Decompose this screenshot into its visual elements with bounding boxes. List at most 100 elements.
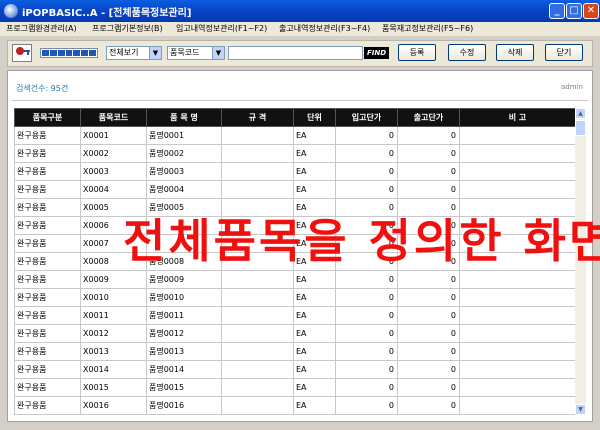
close-button[interactable]: 닫기 xyxy=(545,44,583,61)
table-cell: 완구용품 xyxy=(14,396,81,415)
table-row[interactable]: 완구용품 X0004 품명0004 EA 0 0 xyxy=(14,180,576,199)
column-header[interactable]: 단위 xyxy=(293,108,336,127)
column-header[interactable]: 비 고 xyxy=(459,108,576,127)
find-button[interactable]: FIND xyxy=(364,47,389,59)
table-row[interactable]: 완구용품 X0002 품명0002 EA 0 0 xyxy=(14,144,576,163)
window-title: iPOPBASIC..A - [전체품목정보관리] xyxy=(22,8,192,19)
table-row[interactable]: 완구용품 X0016 품명0016 EA 0 0 xyxy=(14,396,576,415)
column-header[interactable]: 입고단가 xyxy=(335,108,398,127)
table-cell xyxy=(221,162,294,181)
table-cell: X0004 xyxy=(80,180,147,199)
table-row[interactable]: 완구용품 X0012 품명0012 EA 0 0 xyxy=(14,324,576,343)
progress-segment xyxy=(49,50,57,56)
table-cell: X0014 xyxy=(80,360,147,379)
table-cell xyxy=(459,162,576,181)
table-cell xyxy=(459,288,576,307)
overlay-caption: 전체품목을 정의한 화면 xyxy=(123,214,600,268)
menu-item-inbound[interactable]: 입고내역정보관리(F1~F2) xyxy=(176,23,267,34)
table-cell xyxy=(221,324,294,343)
table-row[interactable]: 완구용품 X0009 품명0009 EA 0 0 xyxy=(14,270,576,289)
scroll-up-icon[interactable]: ▲ xyxy=(575,108,586,119)
table-cell: 0 xyxy=(397,270,460,289)
column-header[interactable]: 규 격 xyxy=(221,108,294,127)
table-cell: 완구용품 xyxy=(14,162,81,181)
table-cell: 품명0014 xyxy=(146,360,222,379)
table-cell: 0 xyxy=(335,144,398,163)
table-cell: 0 xyxy=(397,126,460,145)
scroll-down-icon[interactable]: ▼ xyxy=(575,404,586,415)
delete-button[interactable]: 삭제 xyxy=(496,44,534,61)
table-cell: EA xyxy=(293,342,336,361)
table-row[interactable]: 완구용품 X0015 품명0015 EA 0 0 xyxy=(14,378,576,397)
table-row[interactable]: 완구용품 X0014 품명0014 EA 0 0 xyxy=(14,360,576,379)
table-cell: 완구용품 xyxy=(14,288,81,307)
table-cell: 품명0012 xyxy=(146,324,222,343)
table-cell xyxy=(459,306,576,325)
table-cell: 완구용품 xyxy=(14,198,81,217)
table-cell: 0 xyxy=(335,324,398,343)
column-header[interactable]: 품목코드 xyxy=(80,108,147,127)
search-input[interactable] xyxy=(228,46,363,60)
table-cell: EA xyxy=(293,288,336,307)
table-cell: 0 xyxy=(397,396,460,415)
register-button[interactable]: 등록 xyxy=(398,44,436,61)
table-cell: X0001 xyxy=(80,126,147,145)
table-cell: 0 xyxy=(397,162,460,181)
table-cell xyxy=(221,306,294,325)
table-cell: 0 xyxy=(397,180,460,199)
table-row[interactable]: 완구용품 X0013 품명0013 EA 0 0 xyxy=(14,342,576,361)
table-cell: 0 xyxy=(397,288,460,307)
table-cell xyxy=(459,396,576,415)
table-cell: X0002 xyxy=(80,144,147,163)
table-row[interactable]: 완구용품 X0003 품명0003 EA 0 0 xyxy=(14,162,576,181)
progress-segment xyxy=(57,50,65,56)
table-cell xyxy=(459,324,576,343)
close-window-button[interactable]: ✕ xyxy=(583,3,599,19)
menu-item-stock[interactable]: 품목재고정보관리(F5~F6) xyxy=(382,23,473,34)
table-cell: EA xyxy=(293,378,336,397)
table-cell: EA xyxy=(293,396,336,415)
field-select-value: 품목코드 xyxy=(170,48,200,57)
table-cell: 0 xyxy=(335,306,398,325)
table-row[interactable]: 완구용품 X0011 품명0011 EA 0 0 xyxy=(14,306,576,325)
maximize-button[interactable]: □ xyxy=(566,3,582,19)
table-cell xyxy=(221,396,294,415)
table-row[interactable]: 완구용품 X0001 품명0001 EA 0 0 xyxy=(14,126,576,145)
table-cell: 완구용품 xyxy=(14,342,81,361)
table-cell: 완구용품 xyxy=(14,252,81,271)
menu-bar: 프로그램환경관리(A) 프로그램기본정보(B) 입고내역정보관리(F1~F2) … xyxy=(0,22,600,36)
table-row[interactable]: 완구용품 X0010 품명0010 EA 0 0 xyxy=(14,288,576,307)
table-cell: 품명0011 xyxy=(146,306,222,325)
table-cell: 품명0004 xyxy=(146,180,222,199)
table-cell: EA xyxy=(293,324,336,343)
column-header[interactable]: 출고단가 xyxy=(397,108,460,127)
table-cell: 0 xyxy=(335,180,398,199)
table-cell: 완구용품 xyxy=(14,360,81,379)
scroll-thumb[interactable] xyxy=(575,120,586,136)
table-cell: 0 xyxy=(335,360,398,379)
user-key-icon[interactable] xyxy=(12,44,32,62)
table-cell: X0013 xyxy=(80,342,147,361)
table-cell: 품명0015 xyxy=(146,378,222,397)
minimize-button[interactable]: _ xyxy=(549,3,565,19)
progress-bar xyxy=(40,48,98,58)
table-cell: EA xyxy=(293,162,336,181)
menu-item-program-env[interactable]: 프로그램환경관리(A) xyxy=(6,23,77,34)
table-cell xyxy=(221,126,294,145)
menu-item-outbound[interactable]: 출고내역정보관리(F3~F4) xyxy=(279,23,370,34)
progress-segment xyxy=(81,50,89,56)
table-cell: 완구용품 xyxy=(14,180,81,199)
table-cell: X0003 xyxy=(80,162,147,181)
edit-button[interactable]: 수정 xyxy=(448,44,486,61)
field-select[interactable]: 품목코드 ▼ xyxy=(167,46,225,60)
table-cell xyxy=(459,126,576,145)
column-header[interactable]: 품 목 명 xyxy=(146,108,222,127)
table-cell: 품명0009 xyxy=(146,270,222,289)
column-header[interactable]: 품목구분 xyxy=(14,108,81,127)
table-cell: EA xyxy=(293,126,336,145)
view-select[interactable]: 전체보기 ▼ xyxy=(106,46,162,60)
table-cell: 품명0002 xyxy=(146,144,222,163)
menu-item-program-basic[interactable]: 프로그램기본정보(B) xyxy=(92,23,163,34)
table-cell: 0 xyxy=(397,144,460,163)
table-cell: 품명0003 xyxy=(146,162,222,181)
